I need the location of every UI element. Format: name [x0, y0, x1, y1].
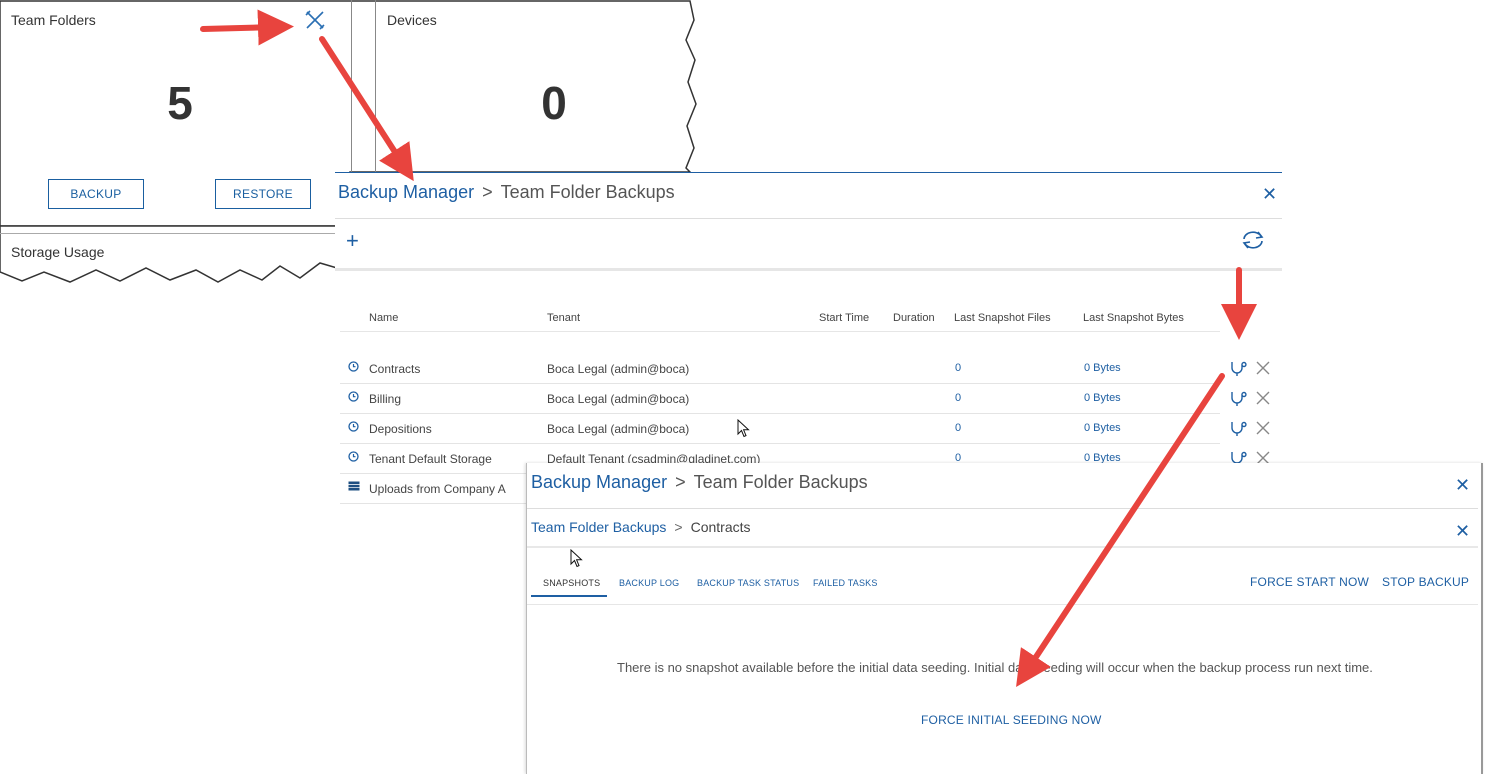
restore-button[interactable]: RESTORE: [215, 179, 311, 209]
row-files[interactable]: 0: [955, 422, 961, 434]
clock-icon: [348, 421, 359, 432]
stethoscope-icon[interactable]: [1229, 360, 1247, 378]
contracts-detail-panel: [526, 463, 1483, 774]
row-bytes[interactable]: 0 Bytes: [1084, 422, 1121, 434]
clock-icon: [348, 451, 359, 462]
row-tenant: Boca Legal (admin@boca): [547, 392, 690, 406]
clock-icon: [348, 391, 359, 402]
delete-icon[interactable]: [1255, 360, 1271, 376]
stop-backup-button[interactable]: STOP BACKUP: [1382, 575, 1469, 589]
tab-snapshots[interactable]: SNAPSHOTS: [543, 578, 600, 588]
column-header-name[interactable]: Name: [369, 312, 398, 324]
sub-breadcrumb-current: Contracts: [690, 519, 751, 535]
team-folders-card: Team Folders 5 BACKUP RESTORE: [0, 0, 352, 226]
column-header-bytes[interactable]: Last Snapshot Bytes: [1083, 312, 1184, 324]
divider: [527, 508, 1478, 509]
row-bytes[interactable]: 0 Bytes: [1084, 362, 1121, 374]
team-folders-title: Team Folders: [11, 12, 96, 28]
delete-icon[interactable]: [1255, 420, 1271, 436]
column-header-start-time[interactable]: Start Time: [819, 312, 869, 324]
team-folders-count: 5: [167, 77, 193, 129]
sub-breadcrumb: Team Folder Backups > Contracts: [531, 519, 751, 535]
row-name: Uploads from Company A: [369, 482, 506, 496]
close-icon[interactable]: ✕: [1455, 475, 1470, 496]
delete-icon[interactable]: [1255, 390, 1271, 406]
add-button[interactable]: +: [346, 230, 359, 252]
divider: [335, 218, 1282, 219]
stethoscope-icon[interactable]: [1229, 390, 1247, 408]
tab-backup-log[interactable]: BACKUP LOG: [619, 578, 679, 588]
devices-count: 0: [541, 77, 567, 129]
table-row[interactable]: Contracts Boca Legal (admin@boca) 0 0 By…: [340, 354, 1270, 384]
card-divider: [351, 0, 352, 172]
close-icon[interactable]: ✕: [1455, 521, 1470, 542]
breadcrumb: Backup Manager > Team Folder Backups: [338, 182, 675, 203]
column-header-duration[interactable]: Duration: [893, 312, 935, 324]
divider: [527, 604, 1478, 605]
sub-breadcrumb-team-folder-backups[interactable]: Team Folder Backups: [531, 519, 666, 535]
toolbar-shadow: [335, 268, 1282, 271]
breadcrumb-backup-manager[interactable]: Backup Manager: [338, 182, 474, 202]
breadcrumb-separator: >: [674, 519, 683, 535]
close-icon[interactable]: ✕: [1262, 184, 1277, 205]
active-tab-indicator: [531, 595, 607, 597]
breadcrumb-backup-manager[interactable]: Backup Manager: [531, 472, 667, 492]
table-row[interactable]: Depositions Boca Legal (admin@boca) 0 0 …: [340, 414, 1270, 444]
breadcrumb-current: Team Folder Backups: [500, 182, 675, 202]
column-header-files[interactable]: Last Snapshot Files: [954, 312, 1051, 324]
row-tenant: Boca Legal (admin@boca): [547, 362, 690, 376]
mouse-cursor-icon: [737, 419, 750, 438]
breadcrumb: Backup Manager > Team Folder Backups: [531, 472, 868, 493]
row-files[interactable]: 0: [955, 392, 961, 404]
devices-card: Devices 0: [376, 0, 686, 172]
row-name: Tenant Default Storage: [369, 452, 492, 466]
stethoscope-icon[interactable]: [1229, 420, 1247, 438]
storage-usage-title: Storage Usage: [11, 244, 105, 260]
breadcrumb-separator: >: [482, 182, 493, 202]
tab-backup-task-status[interactable]: BACKUP TASK STATUS: [697, 578, 799, 588]
force-start-now-button[interactable]: FORCE START NOW: [1250, 575, 1369, 589]
table-row[interactable]: Uploads from Company A: [340, 474, 530, 504]
row-name: Depositions: [369, 422, 432, 436]
row-name: Billing: [369, 392, 402, 406]
force-initial-seeding-button[interactable]: FORCE INITIAL SEEDING NOW: [921, 713, 1102, 727]
row-files[interactable]: 0: [955, 362, 961, 374]
column-header-tenant[interactable]: Tenant: [547, 312, 580, 324]
breadcrumb-current: Team Folder Backups: [693, 472, 868, 492]
row-name: Contracts: [369, 362, 421, 376]
storage-icon: [348, 481, 360, 491]
devices-title: Devices: [387, 12, 437, 28]
clock-icon: [348, 361, 359, 372]
mouse-cursor-icon: [570, 549, 583, 568]
no-snapshot-message: There is no snapshot available before th…: [617, 660, 1373, 675]
tools-icon[interactable]: [304, 9, 326, 31]
breadcrumb-separator: >: [675, 472, 686, 492]
divider: [527, 546, 1478, 548]
refresh-icon[interactable]: [1240, 229, 1266, 251]
divider: [340, 331, 1220, 332]
backup-button[interactable]: BACKUP: [48, 179, 144, 209]
tab-failed-tasks[interactable]: FAILED TASKS: [813, 578, 878, 588]
row-bytes[interactable]: 0 Bytes: [1084, 392, 1121, 404]
row-tenant: Boca Legal (admin@boca): [547, 422, 690, 436]
table-row[interactable]: Billing Boca Legal (admin@boca) 0 0 Byte…: [340, 384, 1270, 414]
card-divider: [0, 233, 336, 234]
